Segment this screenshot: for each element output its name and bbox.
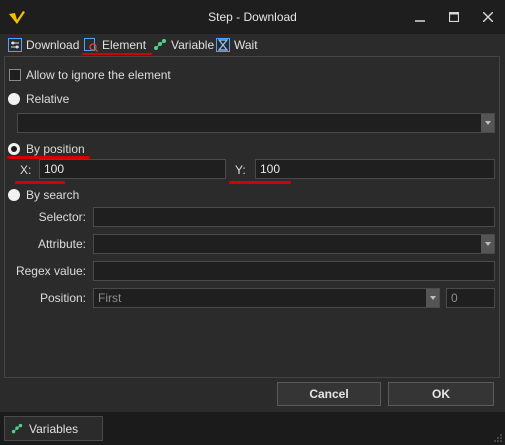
- by-search-label: By search: [26, 188, 80, 202]
- close-icon: [483, 12, 493, 22]
- y-value: 100: [260, 162, 281, 176]
- x-label: X:: [20, 163, 32, 177]
- tab-variable[interactable]: Variable: [153, 35, 214, 55]
- y-input[interactable]: 100: [255, 159, 495, 179]
- variable-icon: [11, 423, 23, 433]
- attribute-dropdown[interactable]: [93, 234, 495, 254]
- position-label: Position:: [39, 291, 86, 305]
- tab-wait[interactable]: Wait: [216, 35, 258, 55]
- relative-dropdown[interactable]: [17, 113, 495, 133]
- x-highlight: [15, 181, 65, 184]
- by-position-label: By position: [26, 142, 85, 156]
- tab-download[interactable]: Download: [8, 35, 79, 55]
- relative-radio[interactable]: [8, 93, 20, 105]
- allow-ignore-label: Allow to ignore the element: [26, 68, 171, 82]
- chevron-down-icon: [426, 289, 439, 307]
- position-value: First: [98, 291, 122, 305]
- variables-tab-label: Variables: [29, 421, 79, 436]
- hourglass-icon: [216, 38, 230, 52]
- close-button[interactable]: [471, 0, 505, 34]
- tab-bar: Download Element Variable Wait: [0, 34, 505, 56]
- x-value: 100: [44, 162, 65, 176]
- minimize-icon: [415, 20, 425, 22]
- y-highlight: [229, 181, 291, 184]
- resize-grip-icon[interactable]: [494, 434, 502, 442]
- tab-element[interactable]: Element: [84, 35, 146, 55]
- maximize-button[interactable]: [437, 0, 471, 34]
- y-label: Y:: [235, 163, 246, 177]
- by-search-radio[interactable]: [8, 189, 20, 201]
- regex-input[interactable]: [93, 261, 495, 281]
- relative-label: Relative: [26, 92, 70, 106]
- ok-button[interactable]: OK: [388, 382, 494, 406]
- chevron-down-icon: [481, 235, 494, 253]
- tab-wait-label: Wait: [234, 38, 258, 52]
- tab-element-label: Element: [102, 38, 147, 52]
- cancel-button[interactable]: Cancel: [277, 382, 381, 406]
- attribute-label: Attribute:: [37, 237, 86, 251]
- variables-tab[interactable]: Variables: [4, 416, 103, 441]
- chevron-down-icon: [481, 114, 494, 132]
- maximize-icon: [449, 12, 459, 22]
- x-input[interactable]: 100: [39, 159, 226, 179]
- by-position-radio[interactable]: [8, 143, 20, 155]
- position-index-value: 0: [451, 291, 458, 305]
- regex-label: Regex value:: [15, 264, 86, 278]
- element-target-icon: [84, 38, 98, 52]
- sliders-icon: [8, 38, 22, 52]
- variable-icon: [154, 39, 166, 50]
- selector-input[interactable]: [93, 207, 495, 227]
- active-tab-indicator: [82, 53, 152, 55]
- selector-label: Selector:: [38, 210, 86, 224]
- minimize-button[interactable]: [403, 0, 437, 34]
- tab-download-label: Download: [26, 38, 80, 52]
- allow-ignore-checkbox[interactable]: [9, 69, 21, 81]
- position-index-input[interactable]: 0: [446, 288, 495, 308]
- tab-variable-label: Variable: [171, 38, 215, 52]
- position-dropdown[interactable]: First: [93, 288, 440, 308]
